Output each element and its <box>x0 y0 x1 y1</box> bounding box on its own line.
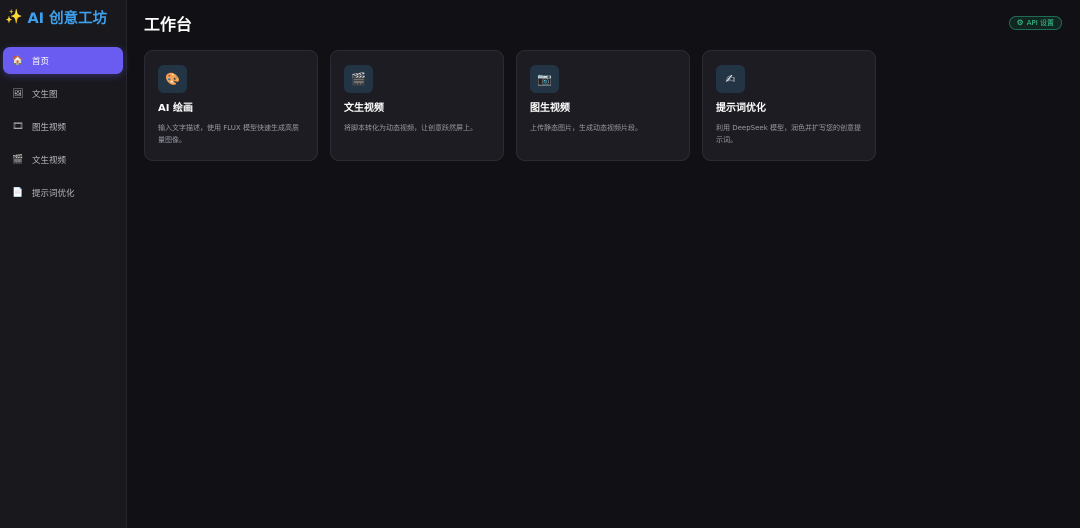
sidebar-item-text-to-video[interactable]: 🎬 文生视频 <box>3 146 123 173</box>
api-settings-label: API 设置 <box>1026 19 1054 27</box>
sidebar-item-home[interactable]: 🏠 首页 <box>3 47 123 74</box>
sidebar-nav: 🏠 首页 🖼 文生图 🎞 图生视频 🎬 文生视频 📄 提示词优化 <box>0 47 126 206</box>
clapper-icon: 🎬 <box>344 65 373 93</box>
home-icon: 🏠 <box>12 55 24 66</box>
card-description: 利用 DeepSeek 模型，润色并扩写您的创意提示词。 <box>716 124 862 144</box>
sparkles-icon: ✨ <box>5 9 23 25</box>
feature-cards: 🎨 AI 绘画 输入文字描述，使用 FLUX 模型快速生成高质量图像。 🎬 文生… <box>144 50 1080 161</box>
camera-icon: 📷 <box>530 65 559 93</box>
brand-logo[interactable]: ✨ AI 创意工坊 <box>0 6 126 28</box>
card-prompt-optimize[interactable]: ✍ 提示词优化 利用 DeepSeek 模型，润色并扩写您的创意提示词。 <box>702 50 876 161</box>
card-title: 提示词优化 <box>716 103 766 114</box>
image-icon: 🖼 <box>12 88 24 99</box>
card-text-to-video[interactable]: 🎬 文生视频 将脚本转化为动态视频，让创意跃然屏上。 <box>330 50 504 161</box>
sidebar-item-prompt-optimize[interactable]: 📄 提示词优化 <box>3 179 123 206</box>
clapper-icon: 🎬 <box>12 154 24 165</box>
sidebar-item-label: 提示词优化 <box>32 188 75 199</box>
gear-icon: ⚙ <box>1016 18 1024 27</box>
sidebar-item-label: 图生视频 <box>32 122 67 133</box>
sidebar-item-text-to-image[interactable]: 🖼 文生图 <box>3 80 123 107</box>
page-title: 工作台 <box>144 15 193 34</box>
api-settings-button[interactable]: ⚙ API 设置 <box>1008 16 1062 30</box>
card-description: 上传静态图片，生成动态视频片段。 <box>530 124 642 132</box>
writing-hand-icon: ✍ <box>716 65 745 93</box>
main-content: 工作台 ⚙ API 设置 🎨 AI 绘画 输入文字描述，使用 FLUX 模型快速… <box>127 0 1080 528</box>
sidebar-item-label: 文生视频 <box>32 155 67 166</box>
sidebar: ✨ AI 创意工坊 🏠 首页 🖼 文生图 🎞 图生视频 🎬 文生视频 📄 提示词… <box>0 0 127 528</box>
card-title: 图生视频 <box>530 103 570 114</box>
sidebar-item-label: 首页 <box>32 56 50 67</box>
palette-icon: 🎨 <box>158 65 187 93</box>
document-icon: 📄 <box>12 187 24 198</box>
card-ai-painting[interactable]: 🎨 AI 绘画 输入文字描述，使用 FLUX 模型快速生成高质量图像。 <box>144 50 318 161</box>
sidebar-item-label: 文生图 <box>32 89 58 100</box>
sidebar-item-image-to-video[interactable]: 🎞 图生视频 <box>3 113 123 140</box>
card-description: 将脚本转化为动态视频，让创意跃然屏上。 <box>344 124 477 132</box>
card-title: 文生视频 <box>344 103 384 114</box>
card-description: 输入文字描述，使用 FLUX 模型快速生成高质量图像。 <box>158 124 299 144</box>
card-image-to-video[interactable]: 📷 图生视频 上传静态图片，生成动态视频片段。 <box>516 50 690 161</box>
card-title: AI 绘画 <box>158 103 193 114</box>
app-root: ✨ AI 创意工坊 🏠 首页 🖼 文生图 🎞 图生视频 🎬 文生视频 📄 提示词… <box>0 0 1080 528</box>
brand-name: AI 创意工坊 <box>27 10 108 27</box>
film-icon: 🎞 <box>12 121 24 132</box>
